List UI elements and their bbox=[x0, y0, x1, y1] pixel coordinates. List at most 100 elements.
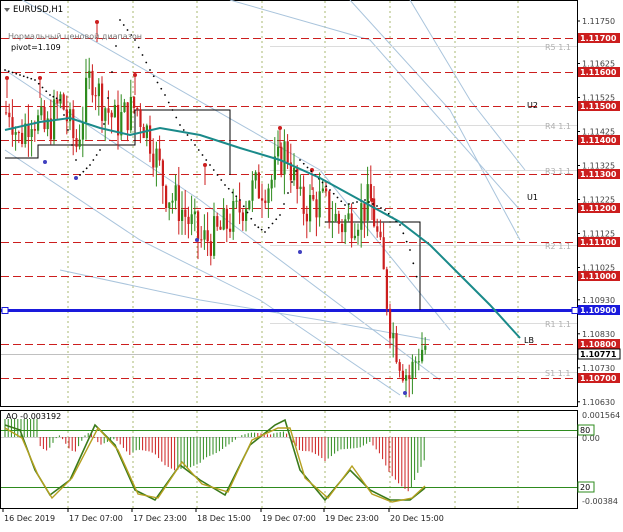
bear-candle bbox=[257, 172, 260, 199]
sar-dot bbox=[7, 70, 10, 73]
bull-candle bbox=[123, 102, 126, 113]
sar-dot bbox=[405, 240, 408, 243]
price-label-resistance: 1.11000 bbox=[580, 272, 617, 281]
bear-candle bbox=[161, 160, 164, 186]
sar-dot bbox=[271, 222, 274, 225]
bull-candle bbox=[30, 129, 33, 138]
sar-dot bbox=[209, 164, 211, 166]
sar-dot bbox=[287, 192, 289, 194]
bull-candle bbox=[69, 109, 72, 122]
triangle-down-icon[interactable] bbox=[4, 8, 10, 12]
up-fractal-icon bbox=[133, 73, 137, 77]
sar-dot bbox=[197, 149, 200, 151]
bear-candle bbox=[241, 212, 244, 221]
sar-dot bbox=[352, 202, 354, 204]
bear-candle bbox=[389, 308, 392, 339]
channel-line bbox=[4, 149, 401, 396]
bear-candle bbox=[139, 109, 142, 127]
bear-candle bbox=[136, 107, 139, 110]
sar-dot bbox=[368, 201, 370, 203]
bear-candle bbox=[408, 375, 411, 380]
sar-dot bbox=[26, 76, 29, 79]
bull-candle bbox=[213, 216, 216, 256]
sar-dot bbox=[171, 109, 174, 111]
bull-candle bbox=[59, 94, 62, 104]
bull-candle bbox=[113, 104, 116, 118]
level-tag-r1: R1 1.1 bbox=[545, 320, 571, 329]
level-tag-u1: U1 bbox=[527, 193, 538, 202]
bear-candle bbox=[395, 333, 398, 363]
bear-candle bbox=[350, 213, 353, 239]
sar-dot bbox=[164, 94, 166, 96]
price-label-resistance: 1.11300 bbox=[580, 170, 617, 179]
bear-candle bbox=[56, 99, 59, 104]
sar-dot bbox=[283, 203, 285, 205]
chart-window[interactable]: R5 1.1 R4 1.1 R3 1.1 R2 1.1 R1 1.1 S1 1.1 U2 U1… bbox=[0, 0, 623, 528]
bear-candle bbox=[152, 153, 155, 168]
bull-candle bbox=[392, 333, 395, 339]
level-tag-r2: R2 1.1 bbox=[545, 242, 571, 251]
bear-candle bbox=[238, 200, 241, 213]
bear-candle bbox=[373, 198, 376, 227]
bear-candle bbox=[107, 108, 110, 113]
sar-dot bbox=[267, 226, 270, 229]
sar-dot bbox=[306, 166, 309, 169]
sar-dot bbox=[119, 19, 121, 21]
sar-dot bbox=[49, 94, 51, 96]
sar-dot bbox=[257, 226, 260, 229]
indicator-title: Нормальный ценовой диапазон bbox=[8, 32, 142, 41]
ao-level-label: 80 bbox=[580, 426, 590, 435]
sar-dot bbox=[145, 61, 148, 64]
chart-canvas[interactable]: R5 1.1 R4 1.1 R3 1.1 R2 1.1 R1 1.1 S1 1.1 U2 U1… bbox=[0, 0, 623, 528]
sar-dot bbox=[92, 159, 95, 161]
sar-dot bbox=[19, 74, 21, 76]
price-label-resistance: 1.11500 bbox=[580, 102, 617, 111]
bull-candle bbox=[85, 77, 88, 123]
bear-candle bbox=[62, 94, 65, 110]
sar-dot bbox=[141, 54, 144, 56]
sar-dot bbox=[409, 249, 411, 251]
sar-dot bbox=[59, 99, 61, 101]
sar-dot bbox=[71, 144, 73, 146]
bear-candle bbox=[341, 223, 344, 233]
level-tag-lb: LB bbox=[524, 336, 534, 345]
bear-candle bbox=[197, 211, 200, 240]
sar-dot bbox=[220, 179, 223, 181]
pivot-handle[interactable] bbox=[571, 307, 579, 314]
pivot-handle[interactable] bbox=[1, 307, 9, 314]
price-tick-label: 1.10930 bbox=[582, 296, 615, 305]
bear-candle bbox=[225, 208, 228, 229]
bull-candle bbox=[168, 202, 171, 209]
bull-candle bbox=[309, 195, 312, 222]
bear-candle bbox=[363, 203, 366, 221]
bull-candle bbox=[81, 122, 84, 140]
bear-candle bbox=[94, 95, 97, 97]
bull-candle bbox=[245, 209, 248, 221]
up-fractal-icon bbox=[278, 126, 282, 130]
bear-candle bbox=[328, 191, 331, 222]
sar-dot bbox=[4, 69, 6, 71]
sar-dot bbox=[37, 82, 40, 85]
sar-dot bbox=[99, 149, 101, 151]
sar-dot bbox=[111, 71, 113, 73]
bear-candle bbox=[261, 198, 264, 201]
sar-dot bbox=[15, 72, 18, 75]
down-fractal-icon bbox=[195, 238, 199, 242]
sar-dot bbox=[227, 187, 230, 190]
ao-label: AO -0.003192 bbox=[6, 412, 61, 421]
bull-candle bbox=[267, 188, 270, 203]
sar-dot bbox=[137, 46, 140, 49]
ao-tick-label: -0.00384 bbox=[582, 497, 618, 506]
bull-candle bbox=[203, 230, 206, 240]
sar-dot bbox=[156, 81, 159, 84]
bear-candle bbox=[184, 209, 187, 217]
sar-dot bbox=[415, 275, 418, 278]
bear-candle bbox=[305, 213, 308, 222]
level-tag-r4: R4 1.1 bbox=[545, 122, 571, 131]
time-label: 17 Dec 23:00 bbox=[133, 514, 187, 523]
up-fractal-icon bbox=[95, 20, 99, 24]
sar-dot bbox=[364, 199, 366, 201]
sar-dot bbox=[231, 191, 234, 194]
bear-candle bbox=[302, 186, 305, 214]
sar-dot bbox=[103, 123, 105, 125]
